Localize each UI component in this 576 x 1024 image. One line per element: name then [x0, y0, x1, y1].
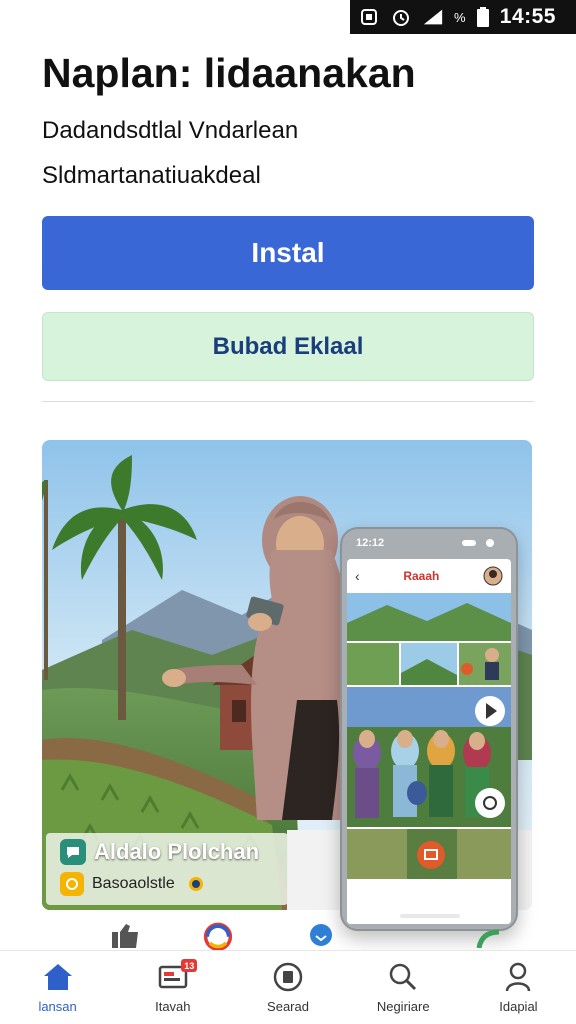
nav-item-library[interactable]: Searad	[230, 951, 345, 1024]
avatar	[483, 566, 503, 586]
phone-gallery	[347, 593, 511, 924]
share-icon[interactable]	[474, 920, 504, 950]
caption-subtitle: Basoaolstle	[92, 875, 175, 892]
nav-item-video[interactable]: 13 Itavah	[115, 951, 230, 1024]
search-icon	[386, 961, 420, 993]
subtitle-primary: Dadandsdtlal Vndarlean	[42, 117, 299, 144]
caption-title: Aldalo Plolchan	[94, 839, 260, 864]
subtitle-secondary: Sldmartanatiuakdeal	[42, 162, 261, 189]
divider	[42, 401, 534, 402]
status-bar-icons: % 14:55	[350, 0, 576, 34]
battery-percent-symbol: %	[454, 9, 466, 25]
phone-screen: ‹ Raaah	[347, 559, 511, 924]
notification-icon	[358, 7, 380, 27]
nav-label-search: Negiriare	[376, 999, 430, 1014]
phone-mockup: 12:12 ‹ Raaah	[340, 527, 518, 931]
secondary-action-button[interactable]: Bubad Eklaal	[42, 312, 534, 381]
person-icon	[501, 961, 535, 993]
comment-icon[interactable]	[306, 920, 336, 950]
app-logo-icon[interactable]	[203, 920, 233, 950]
sun-icon	[183, 871, 209, 897]
battery-icon	[476, 7, 490, 27]
camera-icon	[60, 872, 84, 896]
phone-screen-title: Raaah	[403, 569, 440, 583]
nav-label-home: lansan	[38, 999, 77, 1014]
phone-home-indicator	[400, 914, 460, 918]
home-icon	[41, 961, 75, 993]
signal-icon	[422, 7, 444, 27]
nav-item-home[interactable]: lansan	[0, 951, 115, 1024]
status-bar: % 14:55	[0, 0, 576, 34]
phone-app-header: ‹ Raaah	[347, 559, 511, 593]
notification-badge: 13	[181, 959, 198, 972]
like-icon[interactable]	[110, 920, 140, 950]
nav-item-search[interactable]: Negiriare	[346, 951, 461, 1024]
nav-label-profile: Idapial	[499, 999, 538, 1014]
install-button[interactable]: Instal	[42, 216, 534, 290]
page-title: Naplan: lidaanakan	[42, 50, 416, 96]
bottom-navigation: lansan 13 Itavah Searad Negiriare Idapia…	[0, 950, 576, 1024]
chat-icon	[60, 839, 86, 865]
book-icon	[271, 961, 305, 993]
status-time: 14:55	[499, 5, 556, 28]
alarm-icon	[390, 7, 412, 27]
hero-caption[interactable]: Aldalo Plolchan Basoaolstle	[46, 833, 288, 905]
nav-label-library: Searad	[267, 999, 309, 1014]
nav-label-video: Itavah	[155, 999, 191, 1014]
phone-status-icons	[462, 539, 494, 547]
nav-item-profile[interactable]: Idapial	[461, 951, 576, 1024]
phone-status-time: 12:12	[356, 537, 385, 549]
